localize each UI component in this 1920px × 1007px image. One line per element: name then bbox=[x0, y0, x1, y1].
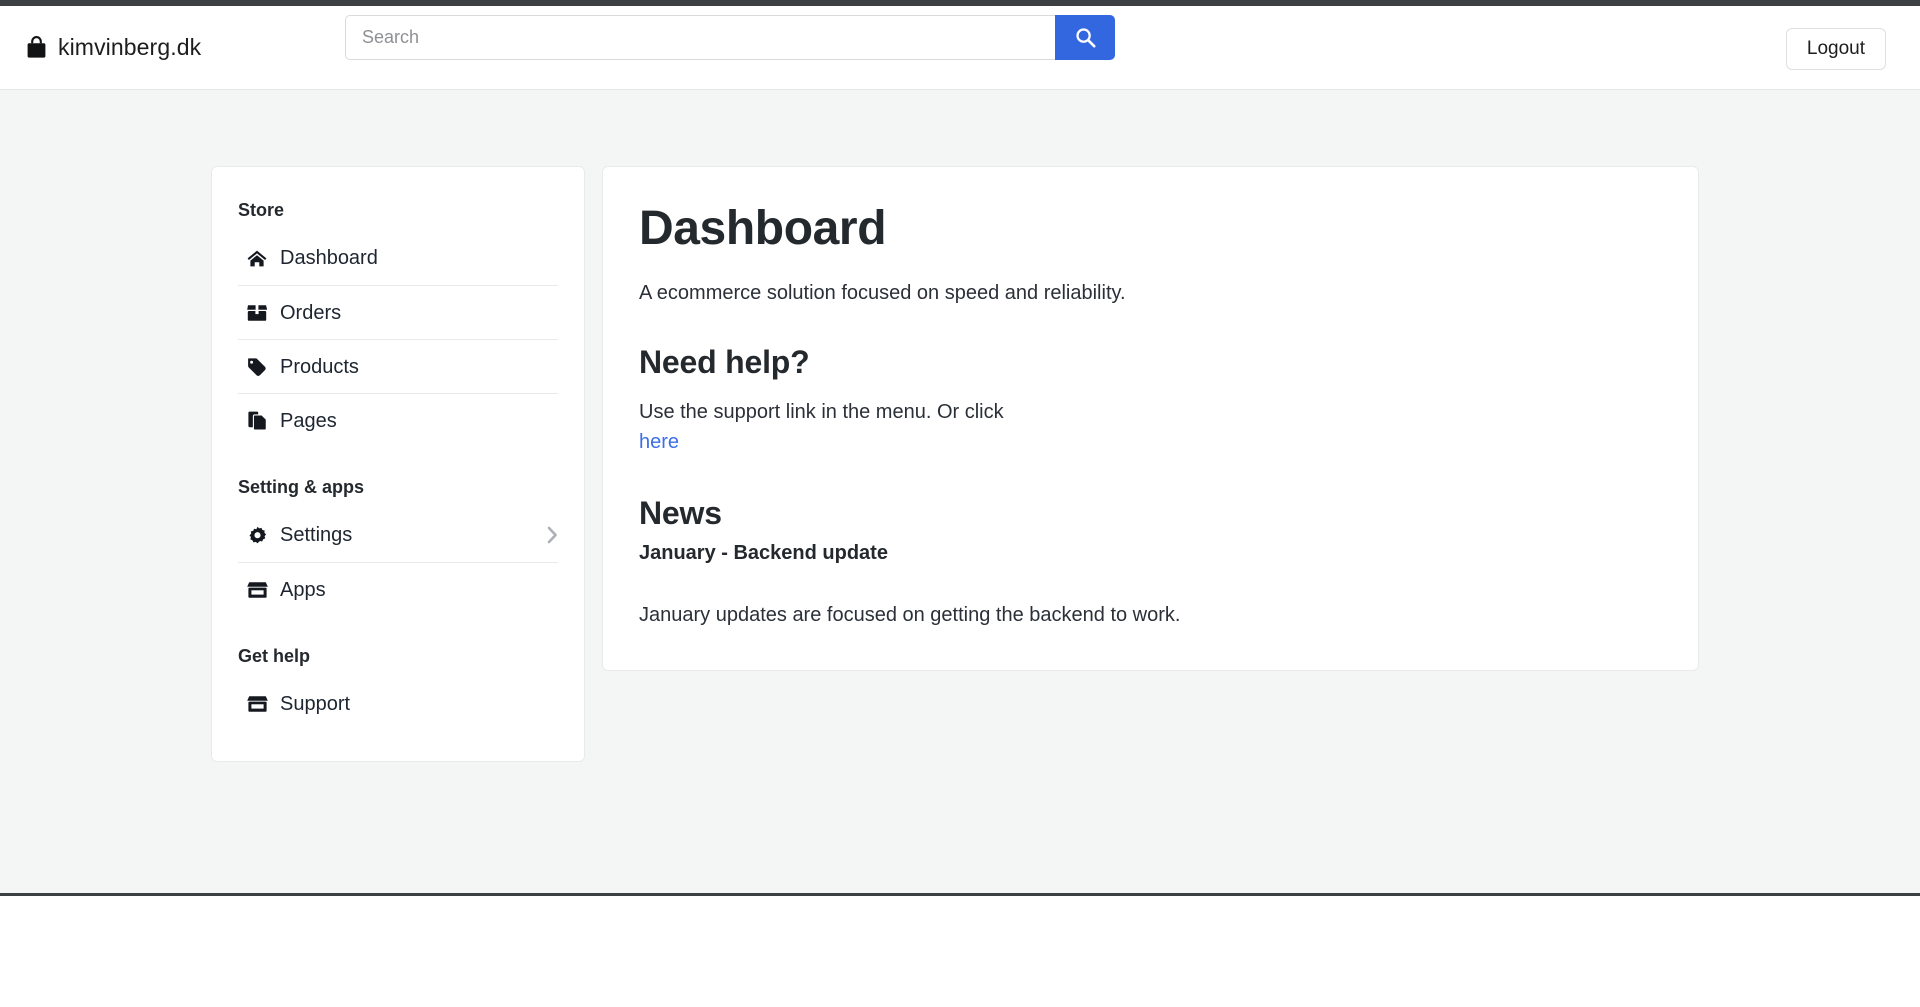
help-here-link[interactable]: here bbox=[639, 427, 679, 457]
sidebar-item-support[interactable]: Support bbox=[238, 677, 558, 731]
top-header: kimvinberg.dk Logout bbox=[0, 6, 1920, 90]
news-heading: News bbox=[639, 495, 722, 532]
need-help-text: Use the support link in the menu. Or cli… bbox=[639, 401, 1004, 424]
app-page: kimvinberg.dk Logout Store bbox=[0, 0, 1920, 896]
sidebar-item-products[interactable]: Products bbox=[238, 339, 558, 393]
search-form bbox=[345, 15, 1115, 60]
sidebar-item-pages[interactable]: Pages bbox=[238, 393, 558, 447]
sidebar-group-heading: Setting & apps bbox=[238, 477, 365, 497]
sidebar-item-label: Settings bbox=[280, 524, 353, 546]
sidebar-nav: Store Dashboard Orders Products Pages Se… bbox=[211, 166, 585, 762]
brand-name: kimvinberg.dk bbox=[58, 34, 202, 60]
sidebar-item-orders[interactable]: Orders bbox=[238, 285, 558, 339]
logout-button[interactable]: Logout bbox=[1785, 28, 1886, 70]
sidebar-group-heading: Get help bbox=[238, 646, 311, 666]
chevron-right-icon bbox=[547, 526, 558, 544]
shopping-bag-icon bbox=[26, 36, 47, 59]
search-input[interactable] bbox=[345, 15, 1055, 60]
sidebar-item-label: Products bbox=[280, 355, 359, 378]
sidebar-item-label: Dashboard bbox=[280, 247, 378, 269]
news-item-body: January updates are focused on getting t… bbox=[639, 604, 1181, 627]
sidebar-group-get-help: Get help Support bbox=[212, 616, 584, 731]
store-icon bbox=[246, 694, 268, 714]
below-viewport-area bbox=[0, 896, 1920, 1004]
sidebar-item-apps[interactable]: Apps bbox=[238, 562, 558, 616]
search-icon bbox=[1075, 27, 1096, 48]
brand-link[interactable]: kimvinberg.dk bbox=[26, 34, 201, 61]
page-title: Dashboard bbox=[639, 202, 887, 255]
page-lead-text: A ecommerce solution focused on speed an… bbox=[639, 282, 1126, 305]
sidebar-item-label: Apps bbox=[280, 578, 326, 601]
box-icon bbox=[246, 303, 268, 323]
sidebar-item-label: Support bbox=[280, 693, 351, 715]
store-icon bbox=[246, 580, 268, 600]
sidebar-item-dashboard[interactable]: Dashboard bbox=[238, 231, 558, 285]
sidebar-group-settings-apps: Setting & apps Settings Apps bbox=[212, 447, 584, 616]
sidebar-group-store: Store Dashboard Orders Products Pages bbox=[212, 189, 584, 447]
need-help-heading: Need help? bbox=[639, 344, 810, 381]
sidebar-group-heading: Store bbox=[238, 200, 285, 220]
gear-icon bbox=[246, 525, 268, 545]
search-submit-button[interactable] bbox=[1055, 15, 1115, 60]
home-icon bbox=[246, 248, 268, 268]
sidebar-item-label: Pages bbox=[280, 409, 337, 432]
main-content-card: Dashboard A ecommerce solution focused o… bbox=[602, 166, 1699, 672]
news-item-title: January - Backend update bbox=[639, 542, 888, 565]
sidebar-item-label: Orders bbox=[280, 301, 342, 324]
sidebar-item-settings[interactable]: Settings bbox=[238, 508, 558, 562]
page-body: Store Dashboard Orders Products Pages Se… bbox=[0, 90, 1920, 893]
tag-icon bbox=[246, 357, 268, 377]
copy-files-icon bbox=[246, 411, 268, 431]
